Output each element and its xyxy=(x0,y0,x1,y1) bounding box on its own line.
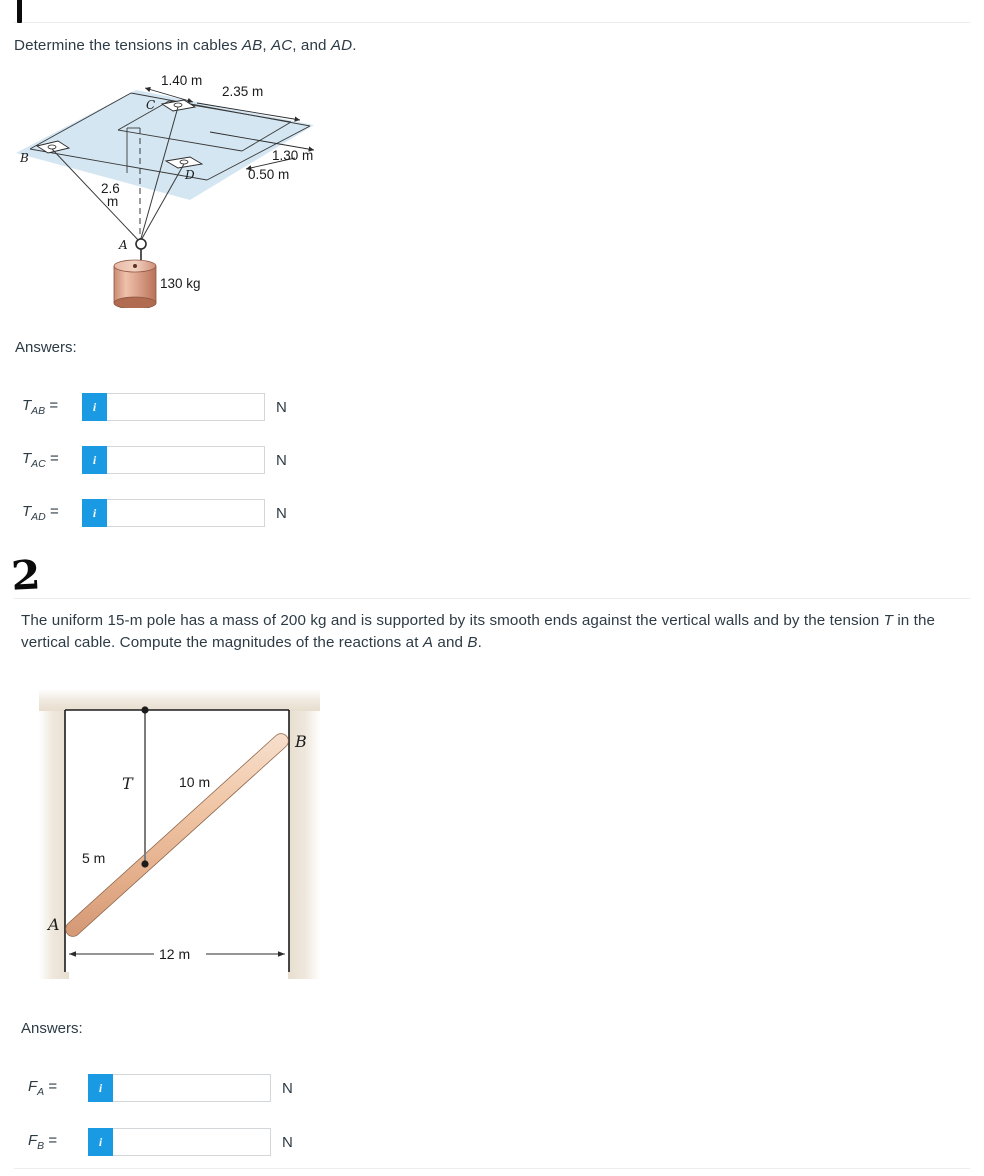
question-2-prompt: The uniform 15-m pole has a mass of 200 … xyxy=(21,610,951,654)
answer-input-tad[interactable] xyxy=(107,499,265,527)
label-point-a: A xyxy=(46,915,60,934)
dim-label-1-30m: 1.30 m xyxy=(272,148,313,163)
q1-cable-ab: AB xyxy=(241,37,263,54)
assignment-page: Determine the tensions in cables AB, AC,… xyxy=(0,0,984,1176)
q1-cable-ad: AD xyxy=(330,37,353,54)
dim-label-drop-height-unit: m xyxy=(107,194,118,209)
q2-point-b: B xyxy=(467,634,478,651)
unit-label-tab: N xyxy=(276,398,287,416)
q1-prompt-end: . xyxy=(352,37,357,54)
divider-top xyxy=(14,22,970,23)
answer-row-fa: FA = i N xyxy=(28,1073,293,1103)
label-point-d: D xyxy=(184,168,195,182)
question-2-figure: A B T 5 m 10 m 12 m xyxy=(21,677,337,993)
divider-middle xyxy=(14,598,970,599)
handwritten-marker-one xyxy=(17,0,22,23)
answer-input-fb[interactable] xyxy=(113,1128,271,1156)
answer-label-fb: FB = xyxy=(28,1132,58,1152)
dim-label-1-40m: 1.40 m xyxy=(161,73,202,88)
cable-top-anchor xyxy=(141,706,149,714)
answer-input-fa[interactable] xyxy=(113,1074,271,1102)
dim-label-12m: 12 m xyxy=(159,946,190,962)
unit-label-fb: N xyxy=(282,1133,293,1151)
q2-point-a: A xyxy=(422,634,434,651)
q2-prompt-line1: The uniform 15-m pole has a mass of 200 … xyxy=(21,612,884,629)
label-point-b: B xyxy=(294,732,307,751)
q1-sep-1: , xyxy=(262,37,271,54)
dim-label-0-50m: 0.50 m xyxy=(248,167,289,182)
info-button-fa[interactable]: i xyxy=(88,1074,113,1102)
handwritten-marker-two: 2 xyxy=(10,551,42,600)
question-1-prompt: Determine the tensions in cables AB, AC,… xyxy=(14,35,954,57)
answer-label-tab: TAB = xyxy=(22,397,59,417)
dim-label-10m: 10 m xyxy=(179,774,210,790)
label-tension-t: T xyxy=(122,774,134,793)
label-point-c: C xyxy=(146,98,155,112)
answer-row-fb: FB = i N xyxy=(28,1127,293,1157)
mass-label: 130 kg xyxy=(160,276,201,291)
info-button-tad[interactable]: i xyxy=(82,499,107,527)
q1-sep-2: , and xyxy=(292,37,331,54)
label-point-b: B xyxy=(19,151,29,165)
q2-tension-symbol: T xyxy=(883,612,894,629)
q2-and: and xyxy=(433,634,468,651)
divider-bottom xyxy=(14,1168,970,1169)
cable-pole-attachment xyxy=(141,860,149,868)
ceiling-shade xyxy=(39,689,320,711)
q1-prompt-prefix: Determine the tensions in cables xyxy=(14,37,242,54)
question-1-figure: B C D A 1.40 m 2.35 m 1.30 m 0.50 m 2.6 … xyxy=(14,63,330,308)
answer-label-fa: FA = xyxy=(28,1078,58,1098)
answer-row-tab: TAB = i N xyxy=(22,392,287,422)
unit-label-tac: N xyxy=(276,451,287,469)
q2-prompt-line2-end: . xyxy=(477,634,482,651)
info-button-fb[interactable]: i xyxy=(88,1128,113,1156)
q2-prompt-line1-end: in the xyxy=(893,612,936,629)
answer-row-tac: TAC = i N xyxy=(22,445,287,475)
dim-label-5m: 5 m xyxy=(82,850,105,866)
ring-point-a xyxy=(135,238,147,250)
label-point-a: A xyxy=(118,238,128,252)
q2-prompt-line2: vertical cable. Compute the magnitudes o… xyxy=(21,634,423,651)
info-button-tab[interactable]: i xyxy=(82,393,107,421)
hanging-mass-cylinder xyxy=(113,259,157,308)
answer-label-tad: TAD = xyxy=(22,503,59,523)
unit-label-tad: N xyxy=(276,504,287,522)
answer-input-tab[interactable] xyxy=(107,393,265,421)
info-button-tac[interactable]: i xyxy=(82,446,107,474)
answer-input-tac[interactable] xyxy=(107,446,265,474)
q1-cable-ac: AC xyxy=(270,37,293,54)
answer-row-tad: TAD = i N xyxy=(22,498,287,528)
dim-label-2-35m: 2.35 m xyxy=(222,84,263,99)
answer-label-tac: TAC = xyxy=(22,450,59,470)
question-2-answers-label: Answers: xyxy=(21,1020,83,1037)
question-1-answers-label: Answers: xyxy=(15,339,77,356)
unit-label-fa: N xyxy=(282,1079,293,1097)
